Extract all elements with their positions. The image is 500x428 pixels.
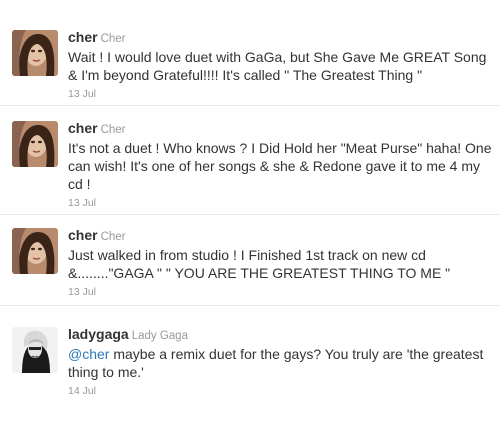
tweet-text: Just walked in from studio ! I Finished … xyxy=(68,247,451,281)
screen-name-link[interactable]: cher xyxy=(68,29,98,45)
tweet-divider xyxy=(0,105,500,106)
tweet-text-body: maybe a remix duet for the gays? You tru… xyxy=(68,346,484,380)
tweet-item[interactable]: ladygaga Lady Gaga @cher maybe a remix du… xyxy=(0,325,500,398)
tweet-timestamp-link[interactable]: 13 Jul xyxy=(68,196,492,210)
tweet-text: Wait ! I would love duet with GaGa, but … xyxy=(68,49,487,83)
full-name[interactable]: Cher xyxy=(101,33,126,45)
tweet-item[interactable]: cher Cher It's not a duet ! Who knows ? I… xyxy=(0,119,500,210)
tweet-item[interactable]: cher Cher Wait ! I would love duet with G… xyxy=(0,28,500,101)
tweet-divider xyxy=(0,305,500,306)
mention-link[interactable]: @cher xyxy=(68,346,109,362)
tweet-timestamp-link[interactable]: 13 Jul xyxy=(68,285,492,299)
tweet-timestamp-link[interactable]: 14 Jul xyxy=(68,384,492,398)
tweet-timestamp-link[interactable]: 13 Jul xyxy=(68,87,492,101)
full-name[interactable]: Lady Gaga xyxy=(132,330,188,342)
screen-name-link[interactable]: cher xyxy=(68,120,98,136)
tweet-divider xyxy=(0,214,500,215)
tweet-header: cher Cher xyxy=(68,119,492,139)
ladygaga-avatar-icon[interactable] xyxy=(12,327,58,373)
cher-avatar-icon[interactable] xyxy=(12,30,58,76)
tweet-text: It's not a duet ! Who knows ? I Did Hold… xyxy=(68,140,492,192)
tweet-text: @cher maybe a remix duet for the gays? Y… xyxy=(68,345,492,381)
tweet-header: cher Cher xyxy=(68,226,492,246)
tweet-header: cher Cher xyxy=(68,28,492,48)
full-name[interactable]: Cher xyxy=(101,231,126,243)
cher-avatar-icon[interactable] xyxy=(12,121,58,167)
full-name[interactable]: Cher xyxy=(101,124,126,136)
tweet-timeline: cher Cher Wait ! I would love duet with G… xyxy=(0,0,500,428)
tweet-item[interactable]: cher Cher Just walked in from studio ! I … xyxy=(0,226,500,299)
cher-avatar-icon[interactable] xyxy=(12,228,58,274)
tweet-header: ladygaga Lady Gaga xyxy=(68,325,492,345)
screen-name-link[interactable]: cher xyxy=(68,227,98,243)
screen-name-link[interactable]: ladygaga xyxy=(68,326,129,342)
